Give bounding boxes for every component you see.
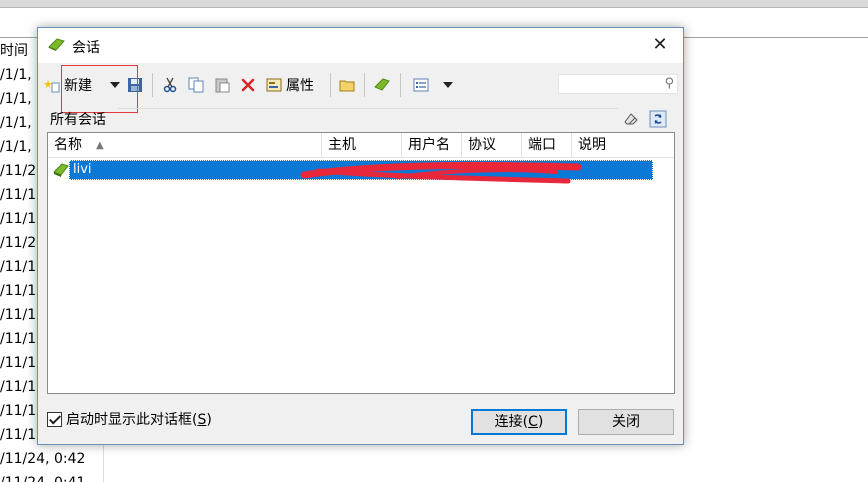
sessions-dialog: 会话 ✕ 新建 属性 ⚲ 所有会话 名称 ▲ 主机 用户名 协议 端口 说明 l… [37, 27, 684, 445]
toolbar-separator [330, 73, 331, 97]
copy-button[interactable] [188, 73, 204, 97]
column-header-name[interactable]: 名称 ▲ [48, 133, 322, 158]
dialog-toolbar: 新建 属性 ⚲ [38, 66, 683, 102]
scissors-icon [163, 77, 177, 93]
properties-button[interactable]: 属性 [266, 73, 314, 97]
column-header-protocol[interactable]: 协议 [462, 133, 522, 158]
session-list-header: 名称 ▲ 主机 用户名 协议 端口 说明 [48, 133, 674, 158]
column-name-label: 名称 [54, 137, 82, 153]
cut-button[interactable] [162, 73, 178, 97]
new-dropdown-arrow[interactable] [110, 73, 120, 97]
folder-icon [339, 80, 355, 92]
save-button[interactable] [127, 73, 143, 97]
close-icon[interactable]: ✕ [649, 34, 671, 56]
new-session-label: 新建 [64, 78, 92, 94]
connect-button[interactable]: 连接(C) [471, 409, 567, 435]
session-icon [374, 78, 390, 91]
chevron-down-icon [110, 82, 120, 88]
new-folder-button[interactable] [339, 73, 355, 97]
show-on-startup-checkbox[interactable]: 启动时显示此对话框(S) [47, 409, 212, 429]
search-icon: ⚲ [664, 76, 674, 91]
screen: 时间 /1/1, 8 /1/1, 8 /1/1, 8 /1/1, 8 /11/2… [0, 0, 868, 482]
toolbar-separator [400, 73, 401, 97]
column-header-port[interactable]: 端口 [522, 133, 572, 158]
delete-x-icon [241, 78, 255, 92]
new-session-folder-button[interactable] [374, 73, 390, 97]
column-header-host[interactable]: 主机 [322, 133, 402, 158]
checkbox-checked[interactable] [47, 411, 62, 427]
paste-button[interactable] [214, 73, 230, 97]
background-window-bar [0, 0, 868, 8]
toolbar-separator [364, 73, 365, 97]
column-header-username[interactable]: 用户名 [402, 133, 462, 158]
session-icon [53, 163, 69, 177]
view-dropdown-arrow[interactable] [443, 73, 453, 97]
delete-button[interactable] [240, 73, 256, 97]
background-row[interactable]: /11/24, 0:42 [0, 447, 100, 471]
paste-clipboard-icon [215, 78, 230, 93]
toolbar-separator [152, 73, 153, 97]
session-name: livi [73, 162, 92, 177]
session-list[interactable]: 名称 ▲ 主机 用户名 协议 端口 说明 livi [47, 132, 675, 394]
copy-icon [188, 77, 204, 93]
properties-icon [266, 78, 282, 92]
show-on-startup-label: 启动时显示此对话框(S) [66, 412, 212, 428]
background-column-header[interactable]: 时间 [0, 40, 28, 60]
save-disk-icon [128, 78, 142, 92]
clear-icon[interactable] [622, 110, 640, 128]
background-row[interactable]: /11/24, 0:41 [0, 471, 100, 482]
all-sessions-label: 所有会话 [50, 112, 106, 128]
new-session-button[interactable]: 新建 [44, 73, 92, 97]
session-row-selected[interactable]: livi [69, 160, 653, 180]
refresh-icon[interactable] [649, 110, 667, 128]
session-folder-icon [48, 38, 65, 51]
dialog-title: 会话 [72, 40, 100, 56]
chevron-down-icon [443, 82, 453, 88]
close-button[interactable]: 关闭 [578, 409, 674, 435]
dialog-titlebar[interactable]: 会话 ✕ [38, 28, 683, 63]
list-view-icon [413, 78, 429, 92]
column-header-description[interactable]: 说明 [572, 133, 676, 158]
sort-ascending-icon: ▲ [96, 140, 104, 151]
view-button[interactable] [413, 73, 429, 97]
search-input[interactable]: ⚲ [558, 74, 678, 94]
section-divider [118, 108, 618, 109]
properties-label: 属性 [286, 78, 314, 94]
new-star-icon [44, 80, 60, 93]
